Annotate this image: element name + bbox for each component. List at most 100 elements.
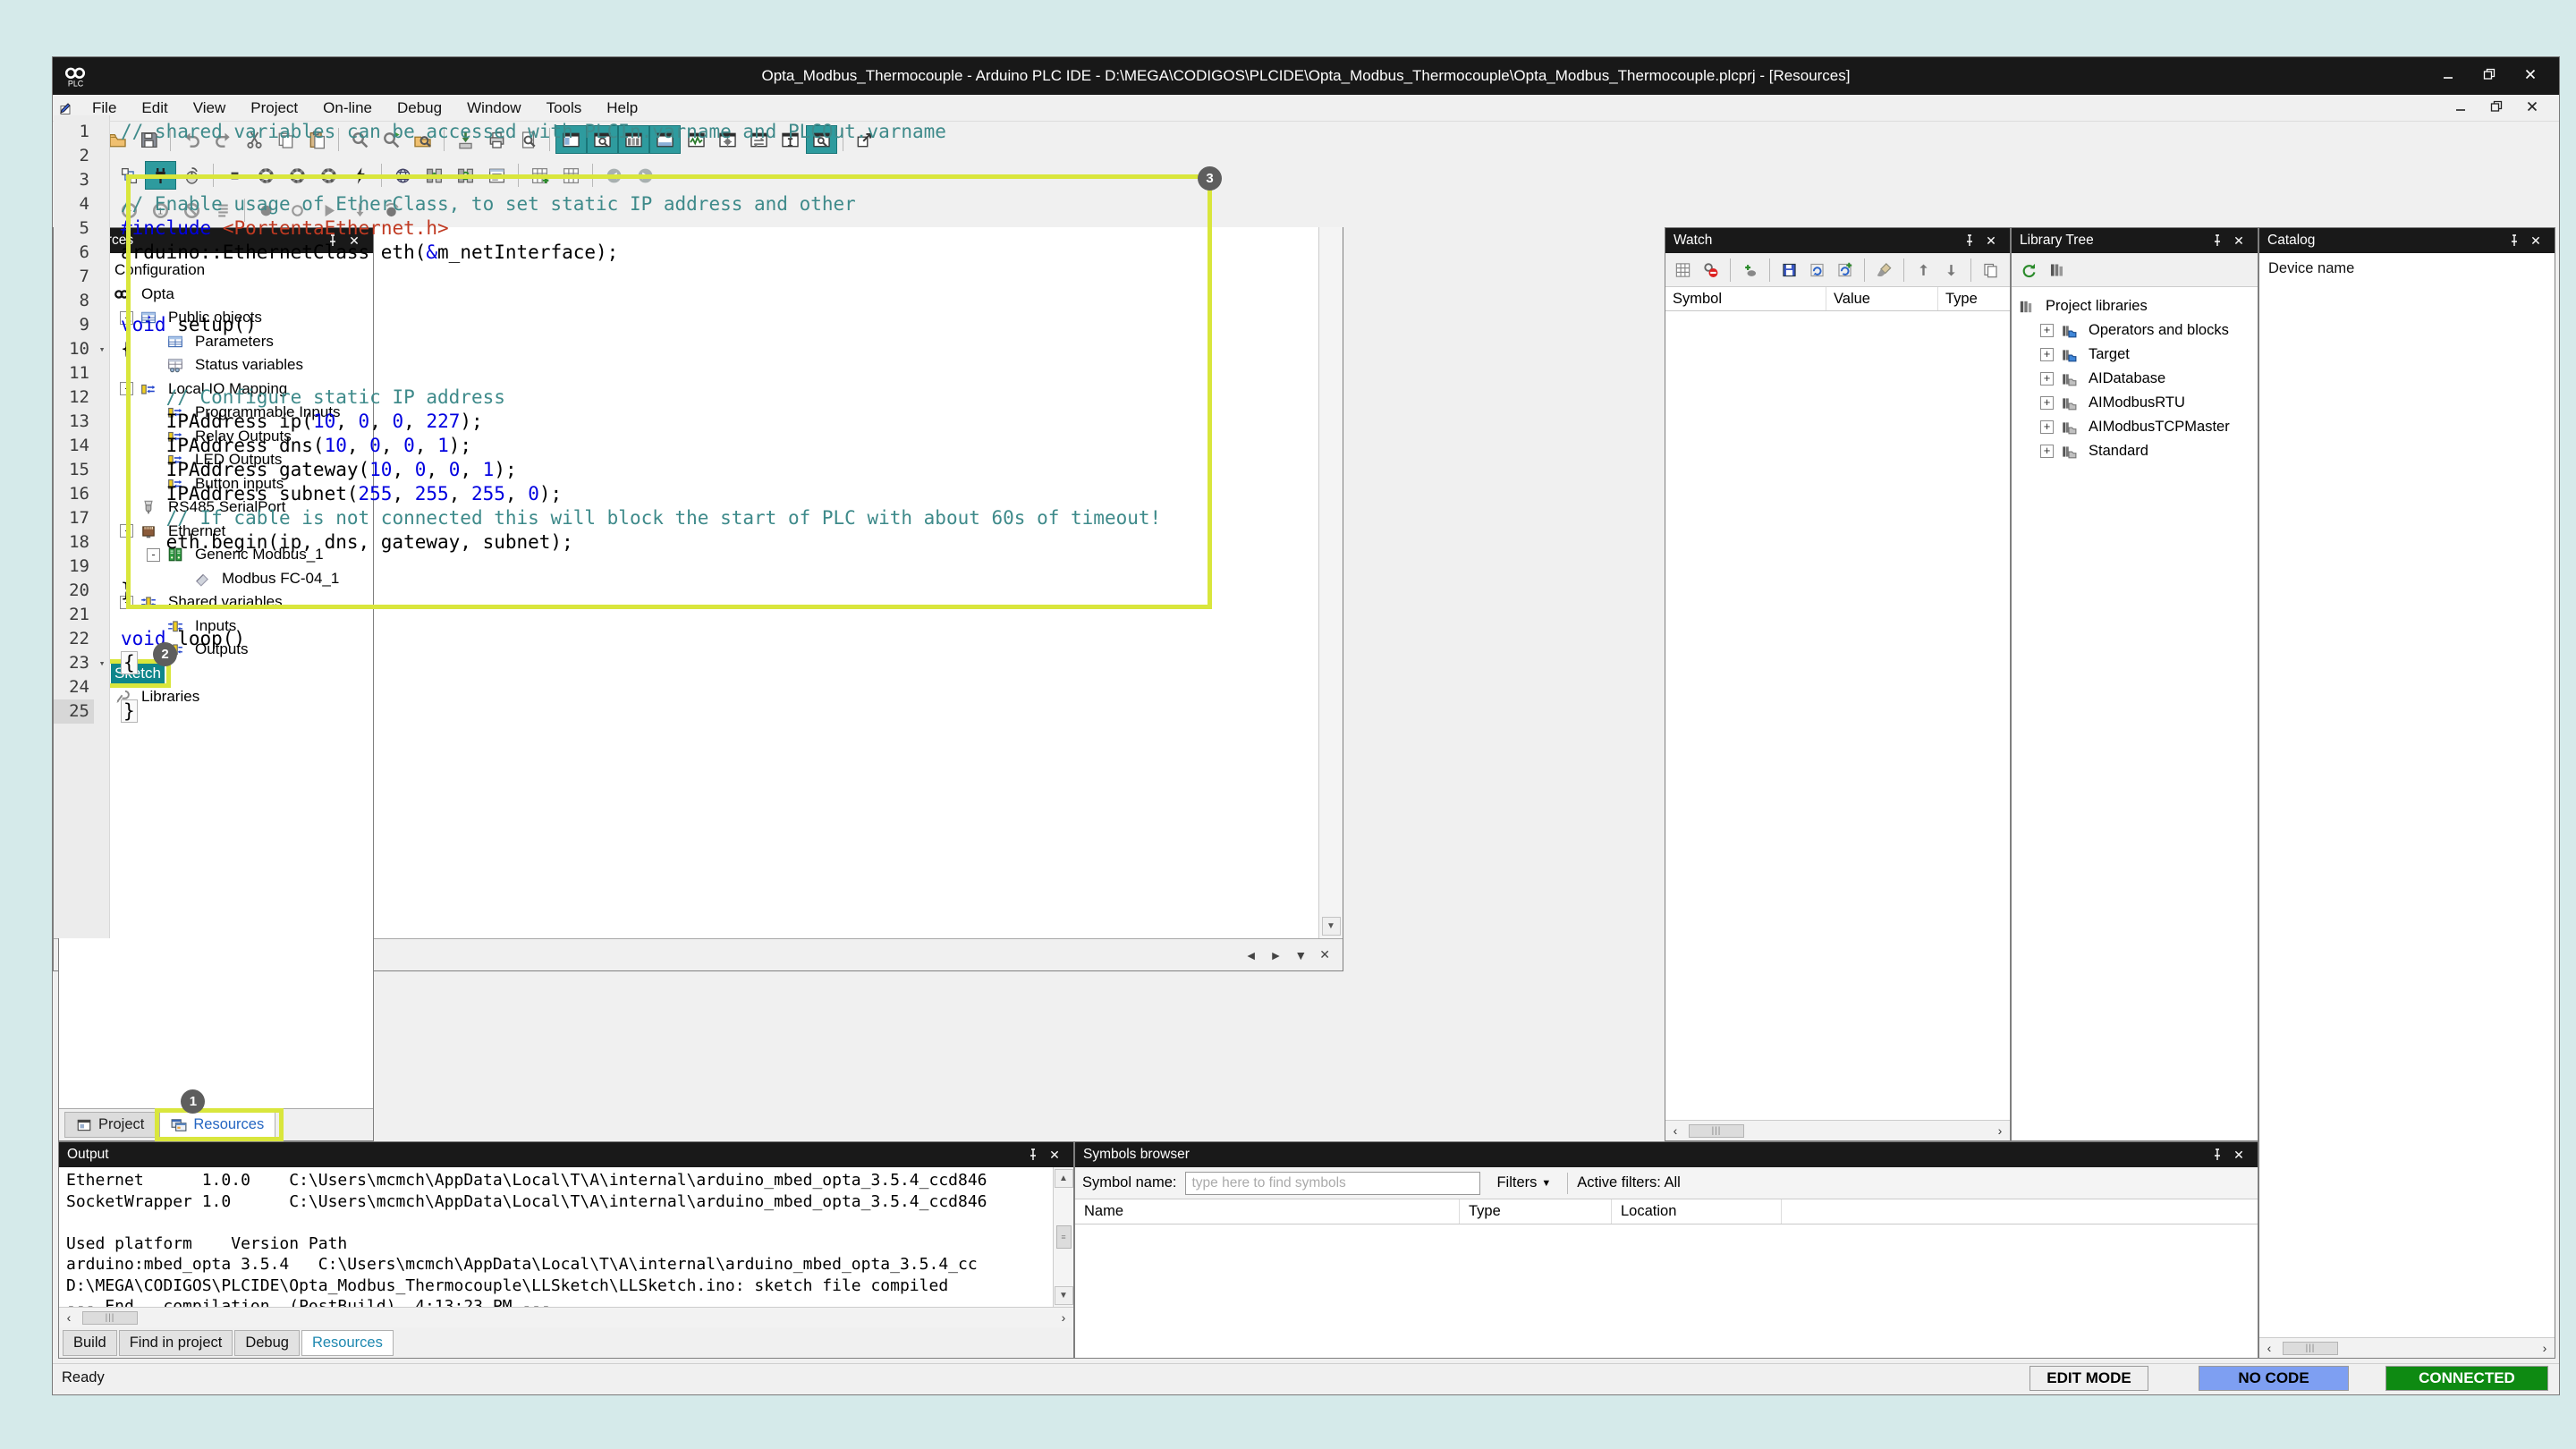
close-icon[interactable]: ✕: [2525, 233, 2546, 249]
library-root[interactable]: Project libraries: [2017, 294, 2254, 318]
pin-icon[interactable]: [1959, 233, 1980, 248]
expander-icon[interactable]: +: [2040, 372, 2054, 386]
minimize-icon[interactable]: [2441, 67, 2455, 86]
code-line-6[interactable]: 6arduino::EthernetClass eth(&m_netInterf…: [54, 241, 1318, 265]
output-tab-debug[interactable]: Debug: [234, 1330, 300, 1356]
move-down-button[interactable]: [1937, 257, 1965, 283]
child-close-icon[interactable]: [2525, 99, 2539, 117]
scroll-left-icon[interactable]: ‹: [2259, 1338, 2279, 1358]
code-line-5[interactable]: 5#include <PortentaEthernet.h>: [54, 216, 1318, 241]
output-tab-build[interactable]: Build: [63, 1330, 117, 1356]
library-item-aidatabase[interactable]: +AIDatabase: [2017, 367, 2254, 391]
symbol-search-input[interactable]: [1185, 1172, 1480, 1195]
dock-tab-resources[interactable]: Resources: [159, 1112, 275, 1138]
output-tab-find-in-project[interactable]: Find in project: [119, 1330, 233, 1356]
code-line-18[interactable]: 18 eth.begin(ip, dns, gateway, subnet);: [54, 530, 1318, 555]
filters-button[interactable]: Filters ▼: [1489, 1173, 1558, 1193]
pin-icon[interactable]: [1022, 1148, 1044, 1162]
output-vertical-scrollbar[interactable]: ▲ ≡ ▼: [1053, 1167, 1073, 1307]
code-line-7[interactable]: 7: [54, 265, 1318, 289]
symbols-column-location[interactable]: Location: [1612, 1199, 1782, 1224]
editor-vertical-scrollbar[interactable]: ▲ ▼: [1318, 115, 1343, 938]
dock-tab-project[interactable]: Project: [64, 1112, 156, 1138]
code-line-14[interactable]: 14 IPAddress dns(10, 0, 0, 1);: [54, 434, 1318, 458]
restore-icon[interactable]: [2482, 67, 2496, 86]
code-line-19[interactable]: 19: [54, 555, 1318, 579]
code-line-24[interactable]: 24: [54, 675, 1318, 699]
close-icon[interactable]: [2523, 67, 2538, 86]
watch-column-symbol[interactable]: Symbol: [1665, 287, 1826, 310]
library-item-target[interactable]: +Target: [2017, 343, 2254, 367]
symbols-column-type[interactable]: Type: [1460, 1199, 1612, 1224]
expander-icon[interactable]: +: [2040, 348, 2054, 361]
expander-icon[interactable]: +: [2040, 445, 2054, 458]
catalog-horizontal-scrollbar[interactable]: ‹ ||| ›: [2259, 1337, 2555, 1358]
close-icon[interactable]: ✕: [1044, 1148, 1065, 1163]
save-watchlist-button[interactable]: [1775, 257, 1803, 283]
code-line-13[interactable]: 13 IPAddress ip(10, 0, 0, 227);: [54, 410, 1318, 434]
nav-dropdown-icon[interactable]: ▼: [1294, 948, 1307, 962]
duplicate-watch-button[interactable]: [1977, 257, 2004, 283]
code-line-10[interactable]: 10▾{: [54, 337, 1318, 361]
code-line-20[interactable]: 20}: [54, 579, 1318, 603]
no-watch-button[interactable]: [1697, 257, 1724, 283]
code-line-21[interactable]: 21: [54, 603, 1318, 627]
code-line-11[interactable]: 11: [54, 361, 1318, 386]
symbols-column-name[interactable]: Name: [1075, 1199, 1460, 1224]
reload-watchlist-add-button[interactable]: [1831, 257, 1859, 283]
reload-watchlist-button[interactable]: [1803, 257, 1831, 283]
code-line-1[interactable]: 1// shared variables can be accessed wit…: [54, 120, 1318, 144]
refresh-library-button[interactable]: [2015, 257, 2043, 283]
code-line-4[interactable]: 4// Enable usage of EtherClass, to set s…: [54, 192, 1318, 216]
library-list-button[interactable]: [2043, 257, 2071, 283]
close-icon[interactable]: ✕: [2228, 1148, 2250, 1163]
pin-icon[interactable]: [2207, 233, 2228, 248]
code-line-3[interactable]: 3: [54, 168, 1318, 192]
add-symbol-button[interactable]: [1736, 257, 1764, 283]
output-tab-resources[interactable]: Resources: [301, 1330, 394, 1356]
expander-icon[interactable]: +: [2040, 396, 2054, 410]
clear-watchlist-button[interactable]: [1870, 257, 1898, 283]
scrollbar-thumb[interactable]: |||: [1689, 1124, 1744, 1138]
library-item-standard[interactable]: +Standard: [2017, 439, 2254, 463]
scrollbar-thumb[interactable]: |||: [2283, 1342, 2338, 1355]
code-line-9[interactable]: 9void setup(): [54, 313, 1318, 337]
code-line-17[interactable]: 17 // If cable is not connected this wil…: [54, 506, 1318, 530]
move-up-button[interactable]: [1910, 257, 1937, 283]
scroll-right-icon[interactable]: ›: [1990, 1121, 2010, 1140]
library-item-operators-and-blocks[interactable]: +Operators and blocks: [2017, 318, 2254, 343]
code-line-25[interactable]: 25}: [54, 699, 1318, 724]
nav-close-icon[interactable]: ✕: [1319, 947, 1330, 962]
watch-horizontal-scrollbar[interactable]: ‹ ||| ›: [1665, 1120, 2010, 1140]
watch-grid-button[interactable]: [1669, 257, 1697, 283]
code-line-16[interactable]: 16 IPAddress subnet(255, 255, 255, 0);: [54, 482, 1318, 506]
code-line-22[interactable]: 22void loop(): [54, 627, 1318, 651]
scroll-right-icon[interactable]: ›: [2535, 1338, 2555, 1358]
watch-column-value[interactable]: Value: [1826, 287, 1938, 310]
expander-icon[interactable]: +: [2040, 420, 2054, 434]
pin-icon[interactable]: [2207, 1148, 2228, 1162]
scrollbar-thumb[interactable]: |||: [82, 1311, 138, 1325]
scroll-down-icon[interactable]: ▼: [1055, 1286, 1073, 1305]
watch-list[interactable]: [1665, 311, 2010, 1120]
library-item-aimodbustcpmaster[interactable]: +AIModbusTCPMaster: [2017, 415, 2254, 439]
code-line-8[interactable]: 8: [54, 289, 1318, 313]
code-line-15[interactable]: 15 IPAddress gateway(10, 0, 0, 1);: [54, 458, 1318, 482]
nav-right-icon[interactable]: ►: [1270, 948, 1283, 962]
scrollbar-thumb[interactable]: ≡: [1056, 1225, 1072, 1249]
expander-icon[interactable]: +: [2040, 324, 2054, 337]
code-editor[interactable]: 1// shared variables can be accessed wit…: [54, 115, 1318, 938]
fold-icon[interactable]: ▾: [94, 651, 110, 675]
close-icon[interactable]: ✕: [2228, 233, 2250, 249]
watch-column-type[interactable]: Type: [1938, 287, 2010, 310]
child-minimize-icon[interactable]: [2453, 99, 2468, 117]
scroll-right-icon[interactable]: ›: [1054, 1308, 1073, 1327]
fold-icon[interactable]: ▾: [94, 337, 110, 361]
scroll-left-icon[interactable]: ‹: [1665, 1121, 1685, 1140]
scroll-down-icon[interactable]: ▼: [1322, 917, 1341, 936]
code-line-2[interactable]: 2: [54, 144, 1318, 168]
code-line-12[interactable]: 12 // Configure static IP address: [54, 386, 1318, 410]
nav-left-icon[interactable]: ◄: [1245, 948, 1258, 962]
close-icon[interactable]: ✕: [1980, 233, 2002, 249]
pin-icon[interactable]: [2504, 233, 2525, 248]
